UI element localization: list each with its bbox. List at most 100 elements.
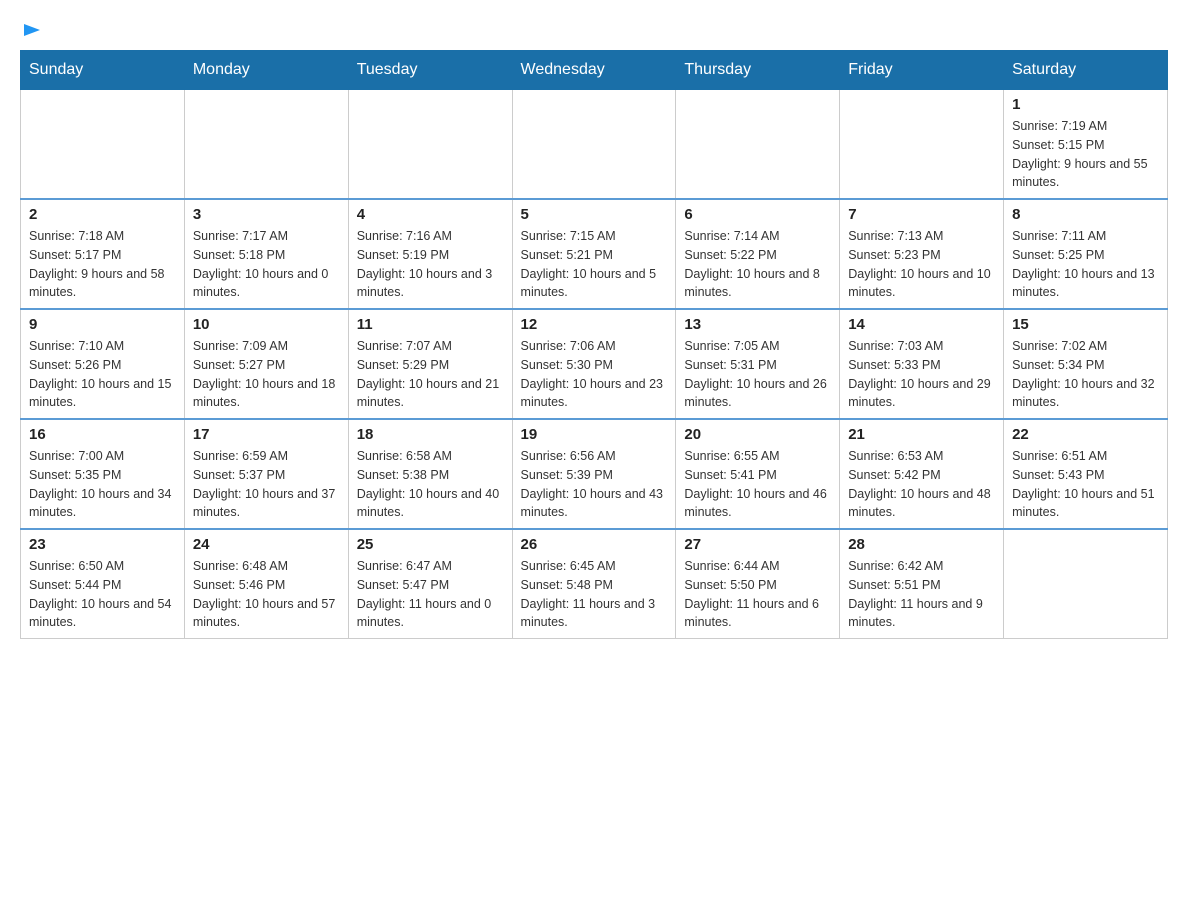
calendar-cell (21, 90, 185, 200)
day-number: 22 (1012, 426, 1159, 443)
day-number: 20 (684, 426, 831, 443)
day-info: Sunrise: 6:55 AMSunset: 5:41 PMDaylight:… (684, 447, 831, 522)
calendar-cell: 23 Sunrise: 6:50 AMSunset: 5:44 PMDayligh… (21, 529, 185, 639)
calendar-cell: 2 Sunrise: 7:18 AMSunset: 5:17 PMDaylight… (21, 199, 185, 309)
logo-arrow-icon (22, 20, 42, 40)
day-of-week-header: Saturday (1004, 51, 1168, 90)
day-number: 3 (193, 206, 340, 223)
day-number: 15 (1012, 316, 1159, 333)
day-info: Sunrise: 7:15 AMSunset: 5:21 PMDaylight:… (521, 227, 668, 302)
calendar-table: SundayMondayTuesdayWednesdayThursdayFrid… (20, 50, 1168, 639)
day-info: Sunrise: 7:11 AMSunset: 5:25 PMDaylight:… (1012, 227, 1159, 302)
calendar-cell: 19 Sunrise: 6:56 AMSunset: 5:39 PMDayligh… (512, 419, 676, 529)
calendar-cell: 21 Sunrise: 6:53 AMSunset: 5:42 PMDayligh… (840, 419, 1004, 529)
calendar-cell: 20 Sunrise: 6:55 AMSunset: 5:41 PMDayligh… (676, 419, 840, 529)
day-number: 27 (684, 536, 831, 553)
day-number: 2 (29, 206, 176, 223)
day-info: Sunrise: 6:51 AMSunset: 5:43 PMDaylight:… (1012, 447, 1159, 522)
day-of-week-header: Wednesday (512, 51, 676, 90)
calendar-cell (348, 90, 512, 200)
day-number: 4 (357, 206, 504, 223)
calendar-cell: 28 Sunrise: 6:42 AMSunset: 5:51 PMDayligh… (840, 529, 1004, 639)
calendar-cell (840, 90, 1004, 200)
day-info: Sunrise: 7:10 AMSunset: 5:26 PMDaylight:… (29, 337, 176, 412)
day-of-week-header: Sunday (21, 51, 185, 90)
calendar-cell: 26 Sunrise: 6:45 AMSunset: 5:48 PMDayligh… (512, 529, 676, 639)
day-of-week-header: Monday (184, 51, 348, 90)
calendar-cell: 14 Sunrise: 7:03 AMSunset: 5:33 PMDayligh… (840, 309, 1004, 419)
calendar-cell: 18 Sunrise: 6:58 AMSunset: 5:38 PMDayligh… (348, 419, 512, 529)
calendar-cell: 7 Sunrise: 7:13 AMSunset: 5:23 PMDaylight… (840, 199, 1004, 309)
day-number: 19 (521, 426, 668, 443)
day-number: 6 (684, 206, 831, 223)
day-info: Sunrise: 7:09 AMSunset: 5:27 PMDaylight:… (193, 337, 340, 412)
day-number: 11 (357, 316, 504, 333)
calendar-cell: 16 Sunrise: 7:00 AMSunset: 5:35 PMDayligh… (21, 419, 185, 529)
day-number: 9 (29, 316, 176, 333)
day-info: Sunrise: 7:03 AMSunset: 5:33 PMDaylight:… (848, 337, 995, 412)
calendar-cell (676, 90, 840, 200)
calendar-cell: 27 Sunrise: 6:44 AMSunset: 5:50 PMDayligh… (676, 529, 840, 639)
day-number: 12 (521, 316, 668, 333)
calendar-cell: 22 Sunrise: 6:51 AMSunset: 5:43 PMDayligh… (1004, 419, 1168, 529)
calendar-cell: 12 Sunrise: 7:06 AMSunset: 5:30 PMDayligh… (512, 309, 676, 419)
day-info: Sunrise: 7:07 AMSunset: 5:29 PMDaylight:… (357, 337, 504, 412)
day-info: Sunrise: 6:53 AMSunset: 5:42 PMDaylight:… (848, 447, 995, 522)
day-number: 26 (521, 536, 668, 553)
calendar-cell: 1 Sunrise: 7:19 AMSunset: 5:15 PMDaylight… (1004, 90, 1168, 200)
calendar-cell: 25 Sunrise: 6:47 AMSunset: 5:47 PMDayligh… (348, 529, 512, 639)
day-info: Sunrise: 6:47 AMSunset: 5:47 PMDaylight:… (357, 557, 504, 632)
day-number: 10 (193, 316, 340, 333)
day-info: Sunrise: 7:17 AMSunset: 5:18 PMDaylight:… (193, 227, 340, 302)
calendar-cell: 24Sunrise: 6:48 AMSunset: 5:46 PMDayligh… (184, 529, 348, 639)
day-info: Sunrise: 6:50 AMSunset: 5:44 PMDaylight:… (29, 557, 176, 632)
day-info: Sunrise: 7:05 AMSunset: 5:31 PMDaylight:… (684, 337, 831, 412)
calendar-cell: 6Sunrise: 7:14 AMSunset: 5:22 PMDaylight… (676, 199, 840, 309)
day-of-week-header: Friday (840, 51, 1004, 90)
day-number: 1 (1012, 96, 1159, 113)
day-number: 23 (29, 536, 176, 553)
day-number: 8 (1012, 206, 1159, 223)
calendar-cell (512, 90, 676, 200)
calendar-cell: 15 Sunrise: 7:02 AMSunset: 5:34 PMDayligh… (1004, 309, 1168, 419)
calendar-week-row: 16 Sunrise: 7:00 AMSunset: 5:35 PMDayligh… (21, 419, 1168, 529)
calendar-week-row: 2 Sunrise: 7:18 AMSunset: 5:17 PMDaylight… (21, 199, 1168, 309)
day-number: 5 (521, 206, 668, 223)
calendar-cell: 13Sunrise: 7:05 AMSunset: 5:31 PMDayligh… (676, 309, 840, 419)
calendar-week-row: 23 Sunrise: 6:50 AMSunset: 5:44 PMDayligh… (21, 529, 1168, 639)
calendar-week-row: 1 Sunrise: 7:19 AMSunset: 5:15 PMDaylight… (21, 90, 1168, 200)
day-info: Sunrise: 7:16 AMSunset: 5:19 PMDaylight:… (357, 227, 504, 302)
day-number: 7 (848, 206, 995, 223)
calendar-cell (1004, 529, 1168, 639)
day-number: 14 (848, 316, 995, 333)
day-info: Sunrise: 7:19 AMSunset: 5:15 PMDaylight:… (1012, 117, 1159, 192)
calendar-cell: 9 Sunrise: 7:10 AMSunset: 5:26 PMDaylight… (21, 309, 185, 419)
calendar-week-row: 9 Sunrise: 7:10 AMSunset: 5:26 PMDaylight… (21, 309, 1168, 419)
calendar-cell: 17Sunrise: 6:59 AMSunset: 5:37 PMDayligh… (184, 419, 348, 529)
calendar-cell: 5 Sunrise: 7:15 AMSunset: 5:21 PMDaylight… (512, 199, 676, 309)
day-info: Sunrise: 7:13 AMSunset: 5:23 PMDaylight:… (848, 227, 995, 302)
calendar-cell: 8 Sunrise: 7:11 AMSunset: 5:25 PMDaylight… (1004, 199, 1168, 309)
day-info: Sunrise: 6:42 AMSunset: 5:51 PMDaylight:… (848, 557, 995, 632)
day-of-week-header: Thursday (676, 51, 840, 90)
day-info: Sunrise: 7:18 AMSunset: 5:17 PMDaylight:… (29, 227, 176, 302)
day-info: Sunrise: 6:48 AMSunset: 5:46 PMDaylight:… (193, 557, 340, 632)
day-number: 25 (357, 536, 504, 553)
day-number: 16 (29, 426, 176, 443)
day-number: 17 (193, 426, 340, 443)
day-of-week-header: Tuesday (348, 51, 512, 90)
day-info: Sunrise: 7:02 AMSunset: 5:34 PMDaylight:… (1012, 337, 1159, 412)
day-info: Sunrise: 7:00 AMSunset: 5:35 PMDaylight:… (29, 447, 176, 522)
day-number: 28 (848, 536, 995, 553)
calendar-cell: 4 Sunrise: 7:16 AMSunset: 5:19 PMDaylight… (348, 199, 512, 309)
day-number: 18 (357, 426, 504, 443)
day-info: Sunrise: 6:56 AMSunset: 5:39 PMDaylight:… (521, 447, 668, 522)
page-header (20, 20, 1168, 40)
day-number: 21 (848, 426, 995, 443)
day-info: Sunrise: 6:44 AMSunset: 5:50 PMDaylight:… (684, 557, 831, 632)
logo (20, 20, 42, 40)
day-info: Sunrise: 6:45 AMSunset: 5:48 PMDaylight:… (521, 557, 668, 632)
day-info: Sunrise: 6:58 AMSunset: 5:38 PMDaylight:… (357, 447, 504, 522)
calendar-cell: 10 Sunrise: 7:09 AMSunset: 5:27 PMDayligh… (184, 309, 348, 419)
day-info: Sunrise: 7:06 AMSunset: 5:30 PMDaylight:… (521, 337, 668, 412)
